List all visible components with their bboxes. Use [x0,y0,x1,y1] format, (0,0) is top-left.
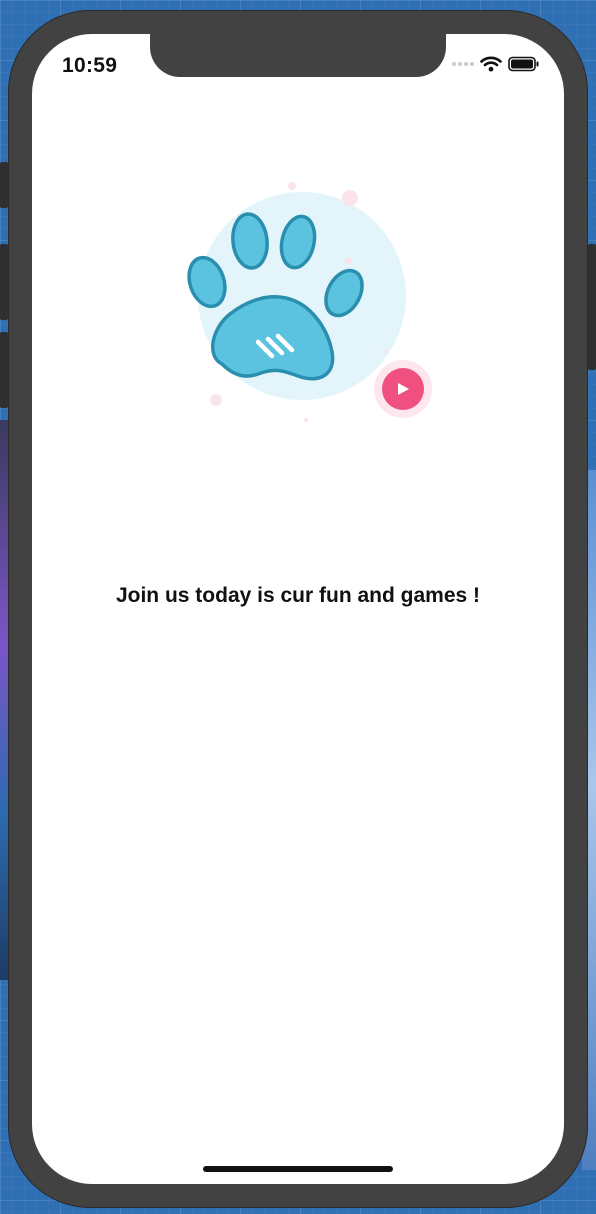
status-icons [452,56,540,72]
notch [150,34,446,77]
power-button [588,244,596,370]
volume-up-button [0,244,8,320]
battery-icon [508,56,539,72]
wifi-icon [480,56,502,72]
volume-down-button [0,332,8,408]
paw-illustration [187,182,432,422]
signal-icon [452,62,474,66]
silent-switch [0,162,8,208]
phone-frame: 10:59 Join us today is cur fun and games… [8,10,588,1208]
tagline-text: Join us today is cur fun and games ! [115,584,481,607]
play-icon [374,360,432,418]
home-indicator[interactable] [203,1166,393,1172]
status-time: 10:59 [62,54,118,77]
app-screen: 10:59 Join us today is cur fun and games… [32,34,564,1184]
